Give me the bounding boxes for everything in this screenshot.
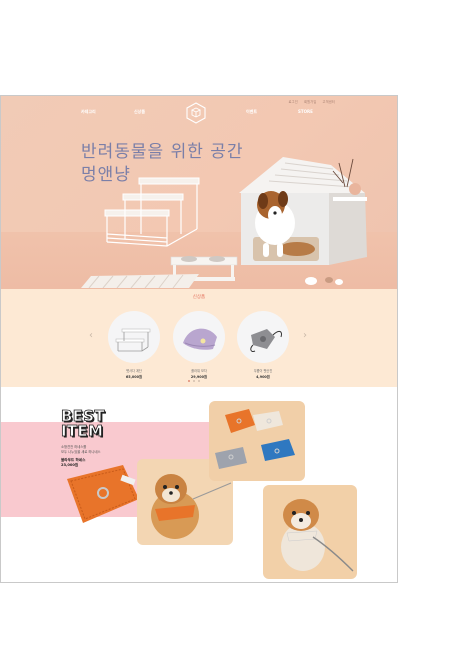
toy-items-image — [305, 277, 343, 285]
new-products-title: 신상품 — [192, 295, 206, 300]
product-price: 4,900원 — [256, 375, 270, 379]
best-desc-line2: 모두 나누었을 새로 하나네스 — [61, 450, 101, 454]
carousel-dot[interactable] — [198, 380, 200, 382]
dog-house-image — [239, 157, 367, 265]
best-item-description: 소형견전 하네스를 모두 나누었을 새로 하나네스 — [61, 445, 121, 455]
pet-mat-image — [81, 274, 199, 288]
pomeranian-leash-image — [281, 499, 354, 572]
product-card[interactable]: 펫사다 계단 65,000원 — [105, 311, 163, 379]
nav-item-category[interactable]: 카테고리 — [81, 109, 96, 115]
product-image — [108, 311, 160, 363]
nav-item-new[interactable]: 신상품 — [134, 109, 145, 115]
customer-center-link[interactable]: 고객센터 — [322, 99, 335, 104]
carousel-dot[interactable] — [193, 380, 195, 382]
hat-product-icon — [183, 328, 217, 350]
harness-set-image — [215, 409, 295, 469]
product-price: 65,000원 — [125, 375, 143, 379]
nav-item-store[interactable]: STORE — [298, 109, 313, 114]
carousel-dots[interactable] — [188, 380, 200, 382]
best-title-line2: ITEM — [61, 422, 104, 440]
carousel-dot[interactable] — [188, 380, 190, 382]
login-link[interactable]: 로그인 — [289, 99, 298, 104]
harness-colors-photo[interactable] — [209, 401, 305, 481]
product-card[interactable]: 무릎이 펫산진 4,900원 — [234, 311, 292, 379]
product-image — [173, 311, 225, 363]
product-name: 플라워 모자 — [191, 369, 207, 373]
best-item-section: BEST ITEM 소형견전 하네스를 모두 나누었을 새로 하나네스 볼라우드… — [1, 387, 397, 582]
product-image — [237, 311, 289, 363]
nav-item-event[interactable]: 이벤트 — [246, 109, 257, 115]
stairs-product-icon — [115, 328, 151, 352]
product-price: 29,900원 — [190, 375, 208, 379]
orange-harness-image[interactable] — [63, 459, 143, 529]
chevron-right-icon[interactable]: › — [303, 330, 307, 341]
brand-logo-icon[interactable] — [185, 102, 207, 124]
best-item-photo-2[interactable] — [263, 485, 357, 579]
chevron-left-icon[interactable]: ‹ — [89, 330, 93, 341]
product-name: 무릎이 펫산진 — [253, 369, 273, 373]
web-page-mockup: 로그인 회원가입 고객센터 카테고리 신상품 이벤트 STORE 반려동물을 위… — [0, 95, 398, 583]
signup-link[interactable]: 회원가입 — [304, 99, 317, 104]
mask-product-icon — [250, 329, 282, 352]
product-name: 펫사다 계단 — [126, 369, 142, 373]
hero-section: 로그인 회원가입 고객센터 카테고리 신상품 이벤트 STORE 반려동물을 위… — [1, 96, 397, 289]
pet-stairs-image — [104, 177, 200, 247]
best-item-title: BEST ITEM — [61, 408, 105, 440]
new-products-section: 신상품 ‹ › 펫사다 계단 65,000원 플라워 모자 29,900원 무릎… — [1, 289, 397, 387]
product-card[interactable]: 플라워 모자 29,900원 — [170, 311, 228, 379]
hero-headline-line1: 반려동물을 위한 공간 — [81, 142, 244, 162]
top-utility-links: 로그인 회원가입 고객센터 — [289, 99, 335, 104]
